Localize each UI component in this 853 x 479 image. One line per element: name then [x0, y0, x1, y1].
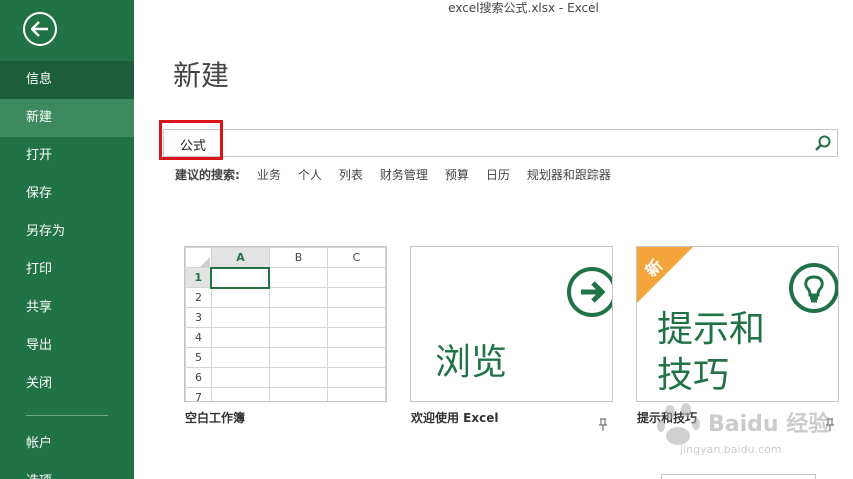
lightbulb-circle-icon [789, 263, 838, 313]
new-badge-ribbon [637, 247, 693, 303]
arrow-right-circle-icon [567, 267, 612, 317]
window-title: excel搜索公式.xlsx - Excel [448, 1, 599, 15]
grid-cell [326, 367, 386, 388]
sidebar-item-save[interactable]: 保存 [0, 175, 134, 213]
tips-text-line1: 提示和 [657, 309, 766, 350]
next-template-card-edge [661, 474, 816, 479]
grid-cell [268, 367, 328, 388]
template-caption: 提示和技巧 [637, 411, 698, 425]
watermark-sub: jingyan.baidu.com [680, 443, 782, 456]
template-welcome-excel[interactable]: 浏览 [410, 246, 613, 402]
grid-cell [210, 367, 270, 388]
grid-cell [210, 387, 270, 401]
tips-text-line2: 技巧 [657, 355, 730, 396]
column-header: A [210, 247, 270, 269]
grid-cell [210, 287, 270, 308]
suggested-searches-label: 建议的搜索: [175, 168, 240, 182]
sidebar-item-export[interactable]: 导出 [0, 327, 134, 365]
baidu-watermark: Baidu 经验 jingyan.baidu.com [650, 398, 840, 464]
sidebar-item-new[interactable]: 新建 [0, 99, 134, 137]
grid-cell [268, 387, 328, 401]
row-header: 5 [185, 347, 212, 368]
sidebar-item-info[interactable]: 信息 [0, 61, 134, 99]
suggested-searches: 建议的搜索: 业务 个人 列表 财务管理 预算 日历 规划器和跟踪器 [175, 166, 628, 184]
sidebar-item-open[interactable]: 打开 [0, 137, 134, 175]
template-blank-workbook[interactable]: A B C 1 2 3 4 5 6 7 [184, 246, 387, 402]
row-header: 3 [185, 307, 212, 328]
sidebar-item-share[interactable]: 共享 [0, 289, 134, 327]
grid-cell [210, 347, 270, 368]
sidebar-item-save-as[interactable]: 另存为 [0, 213, 134, 251]
browse-text: 浏览 [435, 342, 508, 383]
template-search-box [163, 129, 838, 157]
grid-cell [326, 287, 386, 308]
template-caption: 空白工作簿 [185, 411, 246, 425]
row-header: 1 [185, 267, 212, 288]
suggested-link-lists[interactable]: 列表 [339, 166, 363, 184]
grid-cell [210, 307, 270, 328]
suggested-link-budget[interactable]: 预算 [445, 166, 469, 184]
grid-cell [326, 327, 386, 348]
arrow-left-icon [31, 21, 48, 37]
grid-cell [326, 387, 386, 401]
column-header: C [326, 247, 386, 268]
grid-cell [326, 347, 386, 368]
grid-cell [326, 307, 386, 328]
backstage-sidebar: 信息 新建 打开 保存 另存为 打印 共享 导出 关闭 帐户 选项 [0, 0, 134, 479]
sidebar-item-close[interactable]: 关闭 [0, 365, 134, 403]
grid-cell [268, 267, 328, 288]
sidebar-item-print[interactable]: 打印 [0, 251, 134, 289]
suggested-link-planners[interactable]: 规划器和跟踪器 [527, 166, 611, 184]
tips-text: 提示和 技巧 [657, 307, 765, 399]
pin-icon[interactable] [825, 418, 835, 432]
pin-icon[interactable] [598, 418, 608, 432]
search-icon[interactable] [814, 134, 832, 152]
grid-cell [326, 267, 386, 288]
grid-corner [185, 247, 212, 268]
template-caption: 欢迎使用 Excel [411, 411, 499, 425]
watermark-main: Baidu 经验 [708, 412, 831, 437]
grid-cell [268, 347, 328, 368]
spreadsheet-thumbnail: A B C 1 2 3 4 5 6 7 [185, 247, 386, 401]
row-header: 4 [185, 327, 212, 348]
suggested-link-calendar[interactable]: 日历 [486, 166, 510, 184]
template-tips-and-tricks[interactable]: 新 提示和 技巧 [636, 246, 839, 402]
row-header: 2 [185, 287, 212, 308]
excel-backstage: 信息 新建 打开 保存 另存为 打印 共享 导出 关闭 帐户 选项 excel搜… [0, 0, 853, 479]
grid-cell [268, 327, 328, 348]
sidebar-divider [26, 415, 108, 416]
active-cell [210, 266, 271, 289]
sidebar-item-account[interactable]: 帐户 [0, 425, 134, 463]
row-header: 7 [185, 387, 212, 401]
grid-cell [210, 327, 270, 348]
back-button[interactable] [23, 12, 57, 46]
page-title: 新建 [173, 59, 230, 92]
suggested-link-personal[interactable]: 个人 [298, 166, 322, 184]
sidebar-item-options[interactable]: 选项 [0, 463, 134, 479]
column-header: B [268, 247, 328, 268]
grid-cell [268, 287, 328, 308]
suggested-link-finance[interactable]: 财务管理 [380, 166, 428, 184]
template-search-input[interactable] [180, 134, 800, 154]
grid-cell [268, 307, 328, 328]
row-header: 6 [185, 367, 212, 388]
suggested-link-business[interactable]: 业务 [257, 166, 281, 184]
